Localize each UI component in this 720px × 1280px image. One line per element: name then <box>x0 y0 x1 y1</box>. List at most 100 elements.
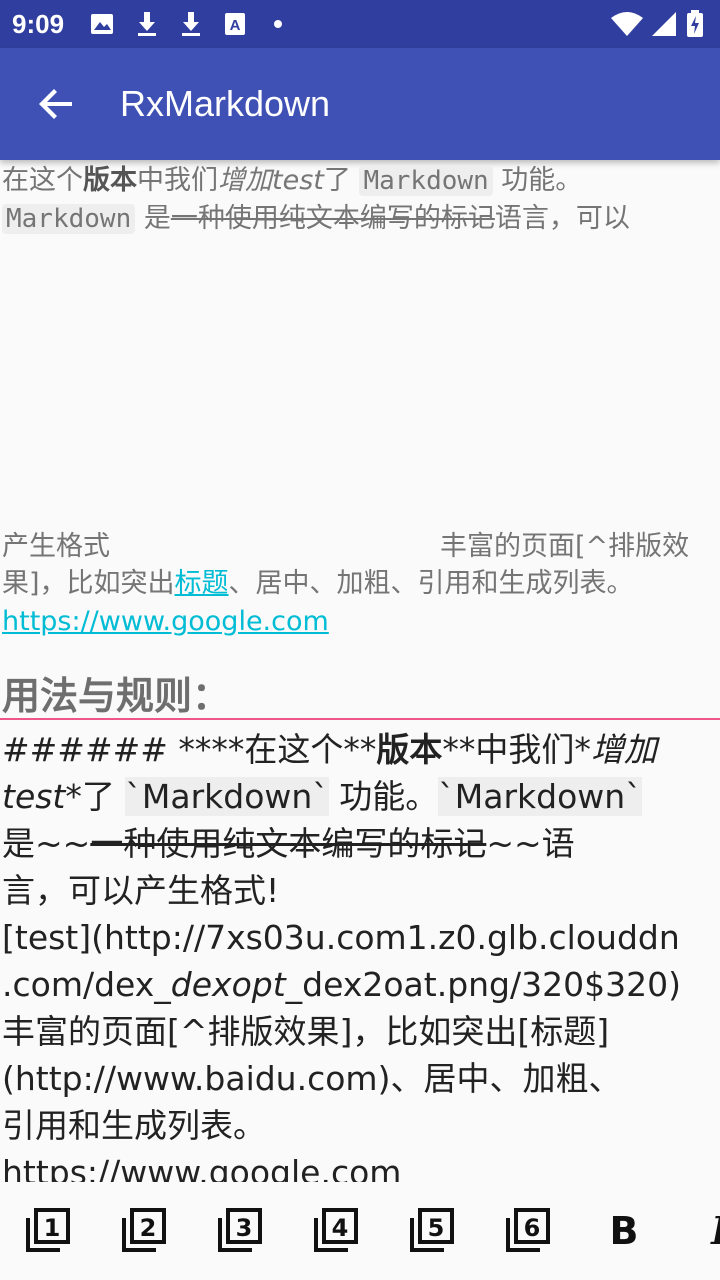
preview-link[interactable]: 标题 <box>175 568 229 599</box>
svg-text:A: A <box>230 17 241 34</box>
editor-text: 增加 <box>590 730 657 769</box>
svg-text:I: I <box>710 1208 720 1253</box>
editor-text: .com/dex_ <box>2 965 171 1004</box>
image-icon <box>91 14 113 34</box>
header6-button[interactable]: 6 <box>504 1206 552 1254</box>
preview-line: Markdown 是一种使用纯文本编写的标记语言，可以 <box>2 200 630 238</box>
preview-code: Markdown <box>2 204 136 234</box>
preview-text: 功能。 <box>501 165 583 196</box>
preview-text: 在这个 <box>2 165 83 196</box>
editor-text: **中我们* <box>442 730 591 769</box>
preview-line: 丰富的页面[^排版效 <box>440 528 689 565</box>
header3-button[interactable]: 3 <box>216 1206 264 1254</box>
editor-text: `Markdown` <box>438 777 642 816</box>
arrow-back-icon <box>39 89 72 119</box>
editor-text: 丰富的页面[^排版效果]，比如突出[标题] <box>2 1012 610 1051</box>
header3-icon: 3 <box>218 1208 262 1252</box>
svg-text:B: B <box>610 1209 639 1253</box>
preview-text: 语言，可以 <box>494 203 630 234</box>
preview-text: 是 <box>143 203 171 234</box>
markdown-preview: 在这个版本中我们增加test了 Markdown 功能。 Markdown 是一… <box>0 160 720 720</box>
editor-text: test <box>2 777 66 816</box>
header6-icon: 6 <box>506 1208 550 1252</box>
preview-text: 果]，比如突出 <box>2 568 175 599</box>
preview-italic: 增加test <box>218 165 324 196</box>
editor-line: 是~~一种使用纯文本编写的标记~~语 <box>2 820 575 867</box>
svg-text:4: 4 <box>332 1214 349 1242</box>
header4-button[interactable]: 4 <box>312 1206 360 1254</box>
italic-icon: I <box>710 1208 720 1253</box>
preview-text: 丰富的页面[^排版效 <box>440 531 690 562</box>
svg-text:2: 2 <box>140 1214 157 1242</box>
bold-icon: B <box>610 1209 639 1253</box>
app-title: RxMarkdown <box>120 83 331 124</box>
editor-text: dexopt <box>170 965 286 1004</box>
preview-heading: 用法与规则： <box>2 674 231 718</box>
editor-text: 版本 <box>376 730 443 769</box>
preview-line: 果]，比如突出标题、居中、加粗、引用和生成列表。 <box>2 565 634 602</box>
preview-line: 在这个版本中我们增加test了 Markdown 功能。 <box>2 162 582 200</box>
editor-text: ~~语 <box>486 824 575 863</box>
status-bar: 9:09 A <box>0 0 720 48</box>
header5-button[interactable]: 5 <box>408 1206 456 1254</box>
preview-line: https://www.google.com <box>2 603 329 640</box>
editor-line: 丰富的页面[^排版效果]，比如突出[标题] <box>2 1008 609 1055</box>
preview-url-link[interactable]: https://www.google.com <box>2 606 329 637</box>
editor-text: 引用和生成列表。 <box>2 1106 266 1145</box>
svg-text:5: 5 <box>428 1214 445 1242</box>
editor-line: [test](http://7xs03u.com1.z0.glb.clouddn <box>2 914 680 961</box>
editor-text: 是~~ <box>2 824 91 863</box>
download-icon <box>138 12 156 36</box>
preview-code: Markdown <box>359 166 493 196</box>
preview-text: 产生格式 <box>2 531 110 562</box>
editor-line: .com/dex_dexopt_dex2oat.png/320$320) <box>2 961 681 1008</box>
editor-text: **** <box>178 730 245 769</box>
editor-text: `Markdown` <box>125 777 329 816</box>
editor-text: 言，可以产生格式! <box>2 871 280 910</box>
svg-text:3: 3 <box>236 1214 253 1242</box>
editor-line: 言，可以产生格式! <box>2 867 279 914</box>
download-icon <box>182 12 200 36</box>
editor-text: *了 <box>65 777 126 816</box>
preview-line: 产生格式 <box>2 528 110 565</box>
bold-button[interactable]: B <box>600 1206 648 1254</box>
back-button[interactable] <box>28 76 84 132</box>
preview-text: 中我们 <box>137 165 218 196</box>
header4-icon: 4 <box>314 1208 358 1252</box>
editor-text: https://www.google.com <box>2 1153 402 1182</box>
header2-button[interactable]: 2 <box>120 1206 168 1254</box>
svg-text:6: 6 <box>524 1214 541 1242</box>
header2-icon: 2 <box>122 1208 166 1252</box>
header5-icon: 5 <box>410 1208 454 1252</box>
app-bar: RxMarkdown <box>0 48 720 160</box>
editor-text: [test](http://7xs03u.com1.z0.glb.clouddn <box>2 918 680 957</box>
signal-icon <box>652 12 676 36</box>
markdown-editor[interactable]: ###### ****在这个**版本**中我们*增加 test*了 `Markd… <box>0 720 720 1182</box>
dot-icon <box>274 20 282 28</box>
editor-text: (http://www.baidu.com)、居中、加粗、 <box>2 1059 622 1098</box>
system-icons <box>606 10 706 38</box>
editor-text: 功能。 <box>328 777 439 816</box>
italic-button[interactable]: I <box>696 1206 720 1254</box>
header1-icon: 1 <box>26 1208 70 1252</box>
preview-text: 了 <box>323 165 351 196</box>
preview-bold: 版本 <box>83 165 137 196</box>
svg-text:1: 1 <box>44 1214 61 1242</box>
font-icon: A <box>225 13 245 35</box>
editor-text: _dex2oat.png/320$320) <box>285 965 681 1004</box>
preview-text: 、居中、加粗、引用和生成列表。 <box>228 568 634 599</box>
preview-strikethrough: 一种使用纯文本编写的标记 <box>170 203 495 234</box>
status-time: 9:09 <box>12 9 65 39</box>
wifi-icon <box>611 12 643 36</box>
editor-text: ###### <box>2 730 179 769</box>
header1-button[interactable]: 1 <box>24 1206 72 1254</box>
editor-line: ###### ****在这个**版本**中我们*增加 <box>2 726 657 773</box>
editor-line: (http://www.baidu.com)、居中、加粗、 <box>2 1055 621 1102</box>
editor-line: 引用和生成列表。 <box>2 1102 266 1149</box>
format-toolbar: 1 2 3 4 5 6 B <box>0 1182 720 1280</box>
editor-text: 在这个** <box>244 730 377 769</box>
battery-icon <box>687 10 703 37</box>
editor-line: test*了 `Markdown` 功能。`Markdown` <box>2 773 642 820</box>
editor-text: 一种使用纯文本编写的标记 <box>90 824 487 863</box>
editor-line: https://www.google.com <box>2 1149 401 1182</box>
